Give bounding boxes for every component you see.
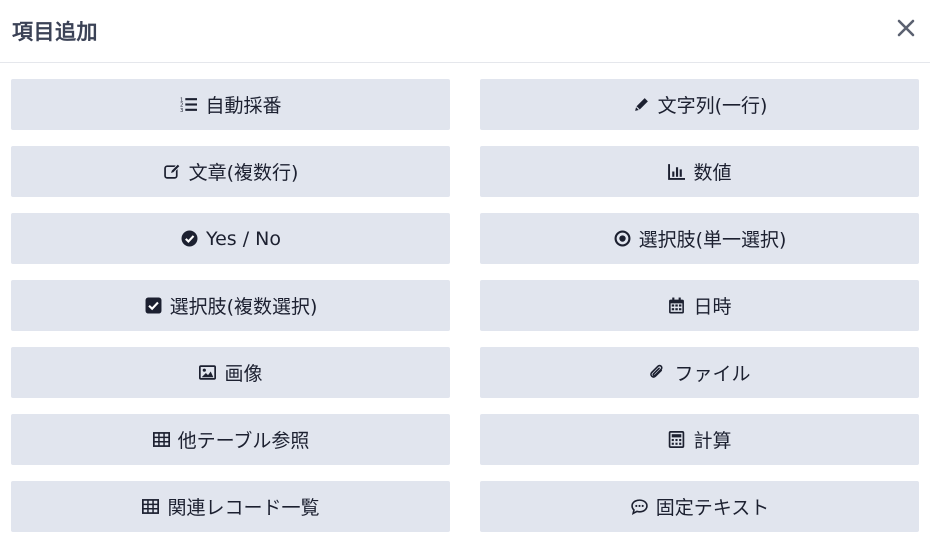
button-label: 関連レコード一覧 [167,497,320,519]
field-type-button-multi-line-text[interactable]: 文章(複数行) [11,146,450,197]
paperclip-icon [648,363,667,382]
comment-dots-icon [630,497,649,516]
calculator-icon [667,430,686,449]
pencil-icon [632,95,651,114]
dialog-header: 項目追加 [0,0,930,63]
button-label: 自動採番 [205,95,282,117]
field-type-button-table-reference[interactable]: 他テーブル参照 [11,414,450,465]
field-type-button-calculation[interactable]: 計算 [480,414,919,465]
dialog-title: 項目追加 [12,20,98,44]
button-label: 計算 [693,430,732,452]
field-type-button-fixed-text[interactable]: 固定テキスト [480,481,919,532]
field-type-grid: 123 自動採番 文字列(一行) 文章(複数行) 数値 Yes / No 選択肢… [11,79,919,532]
table-icon [141,497,160,516]
list-numbered-icon: 123 [179,95,198,114]
button-label: 固定テキスト [655,497,770,519]
button-label: 日時 [693,296,732,318]
table-icon [152,430,171,449]
field-type-button-number[interactable]: 数値 [480,146,919,197]
bar-chart-icon [667,162,686,181]
check-circle-icon [180,229,199,248]
button-label: 他テーブル参照 [177,430,310,452]
field-type-button-yes-no[interactable]: Yes / No [11,213,450,264]
field-type-button-auto-number[interactable]: 123 自動採番 [11,79,450,130]
image-icon [198,363,217,382]
radio-dot-icon [613,229,632,248]
field-type-button-single-choice[interactable]: 選択肢(単一選択) [480,213,919,264]
button-label: 画像 [224,363,263,385]
field-type-button-single-line-text[interactable]: 文字列(一行) [480,79,919,130]
button-label: 選択肢(複数選択) [169,296,318,318]
button-label: 文章(複数行) [188,162,299,184]
field-type-button-related-records[interactable]: 関連レコード一覧 [11,481,450,532]
field-type-button-file[interactable]: ファイル [480,347,919,398]
field-type-button-datetime[interactable]: 日時 [480,280,919,331]
field-type-button-multi-choice[interactable]: 選択肢(複数選択) [11,280,450,331]
button-label: 数値 [693,162,732,184]
button-label: ファイル [674,363,751,385]
edit-square-icon [163,162,182,181]
button-label: 文字列(一行) [657,95,768,117]
check-square-icon [144,296,163,315]
button-label: 選択肢(単一選択) [638,229,787,251]
button-label: Yes / No [206,227,281,250]
calendar-icon [667,296,686,315]
close-icon[interactable] [895,17,917,39]
svg-text:3: 3 [180,108,183,113]
add-field-dialog: 項目追加 123 自動採番 文字列(一行) 文章(複数行) 数値 Yes / N… [0,0,930,558]
field-type-button-image[interactable]: 画像 [11,347,450,398]
